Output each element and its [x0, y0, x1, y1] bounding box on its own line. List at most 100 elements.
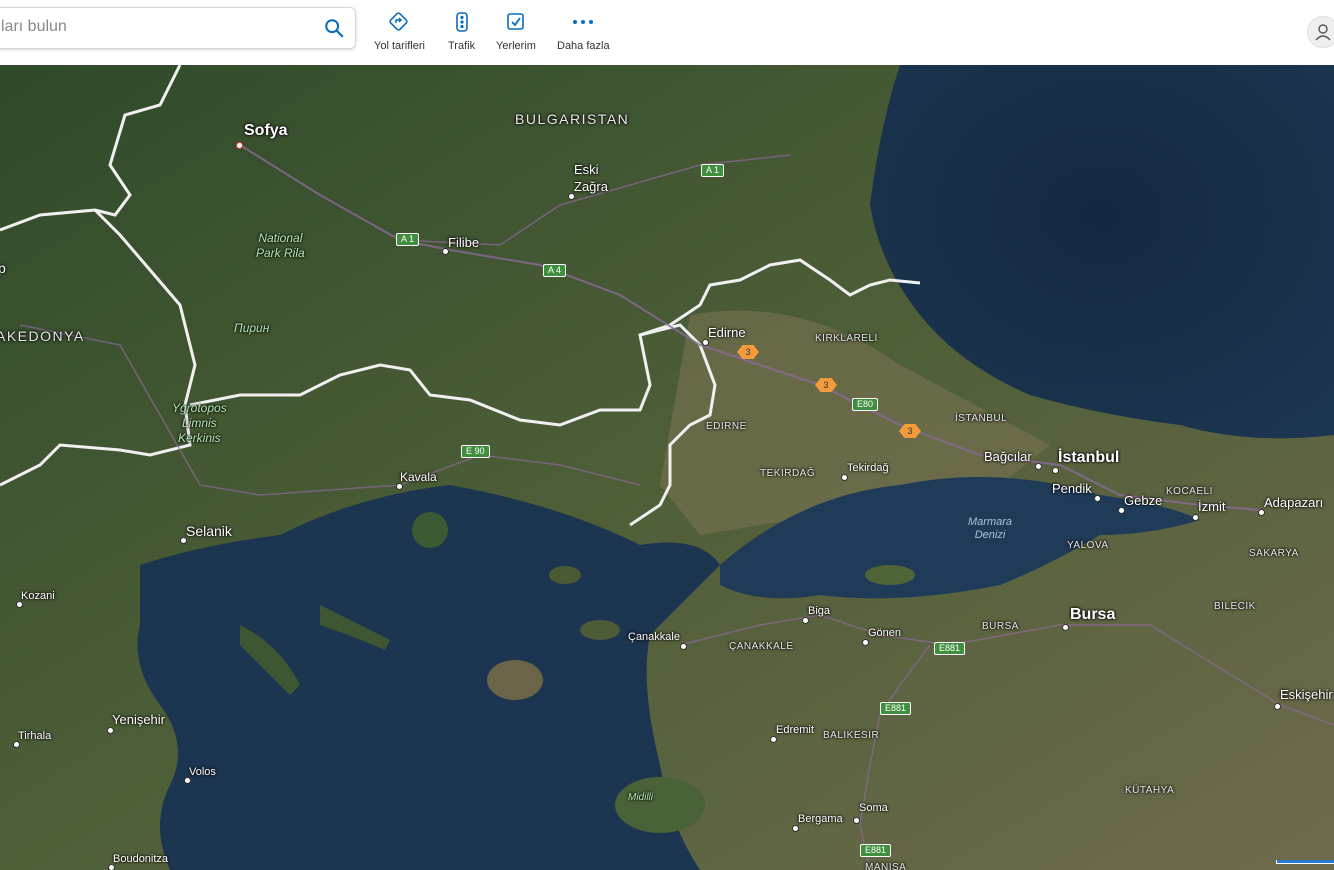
- traffic-light-icon: [455, 12, 468, 32]
- city-marker-pendik[interactable]: [1094, 495, 1101, 502]
- city-marker-istanbul[interactable]: [1052, 467, 1059, 474]
- city-label-selanik[interactable]: Selanik: [186, 523, 232, 539]
- city-label-bursa[interactable]: Bursa: [1070, 606, 1115, 624]
- my-places-button[interactable]: Yerlerim: [496, 12, 536, 54]
- city-label-bagcilar[interactable]: Bağcılar: [984, 449, 1032, 464]
- park-label-rila: National Park Rila: [256, 231, 305, 260]
- city-label-edremit[interactable]: Edremit: [776, 724, 814, 736]
- city-label-filibe[interactable]: Filibe: [448, 235, 479, 250]
- traffic-button[interactable]: Trafik: [448, 12, 475, 54]
- city-marker-eskisehir[interactable]: [1274, 703, 1281, 710]
- island-thasos: [412, 512, 448, 548]
- city-marker-volos[interactable]: [184, 777, 191, 784]
- park-label-pirin: Пирин: [234, 321, 270, 335]
- region-label-manisa: MANISA: [865, 862, 907, 870]
- city-marker-izmit[interactable]: [1192, 514, 1199, 521]
- city-label-edirne[interactable]: Edirne: [708, 325, 746, 340]
- city-label-tekirdag[interactable]: Tekirdağ: [847, 462, 889, 474]
- city-label-boudonitza[interactable]: Boudonitza: [113, 853, 168, 865]
- city-marker-tirhala[interactable]: [13, 741, 20, 748]
- road-shield-e881-a: E881: [934, 642, 966, 655]
- city-marker-soma[interactable]: [853, 817, 860, 824]
- user-avatar[interactable]: [1307, 16, 1334, 48]
- road-shield-a4: A 4: [543, 264, 567, 277]
- city-label-eski-zagra[interactable]: Eski Zağra: [574, 161, 608, 195]
- city-label-istanbul[interactable]: İstanbul: [1058, 449, 1119, 467]
- city-label-biga[interactable]: Biga: [808, 605, 830, 617]
- city-label-sofya[interactable]: Sofya: [244, 122, 288, 140]
- road-shield-e881-b: E881: [880, 702, 912, 715]
- city-marker-kavala[interactable]: [396, 483, 403, 490]
- city-label-canakkale[interactable]: Çanakkale: [628, 631, 680, 643]
- city-label-volos[interactable]: Volos: [189, 766, 216, 778]
- directions-label: Yol tarifleri: [374, 40, 425, 52]
- city-marker-bergama[interactable]: [792, 825, 799, 832]
- city-marker-adapazari[interactable]: [1258, 509, 1265, 516]
- city-label-izmit[interactable]: İzmit: [1198, 499, 1225, 514]
- city-label-kavala[interactable]: Kavala: [400, 470, 437, 484]
- directions-icon: [389, 12, 409, 31]
- island-lesbos: [615, 777, 705, 833]
- map-scale-bar: [1276, 860, 1334, 864]
- more-label: Daha fazla: [557, 40, 610, 52]
- region-label-bilecik: BILECIK: [1214, 601, 1256, 612]
- region-label-kutahya: KÜTAHYA: [1125, 785, 1175, 796]
- city-marker-gonen[interactable]: [862, 639, 869, 646]
- city-label-partial[interactable]: p: [0, 260, 6, 276]
- city-marker-yenisehir[interactable]: [107, 727, 114, 734]
- checkbox-icon: [507, 13, 524, 30]
- region-label-kirklareli: KIRKLARELI: [815, 333, 878, 344]
- city-label-gonen[interactable]: Gönen: [868, 627, 901, 639]
- city-label-tirhala[interactable]: Tirhala: [18, 730, 51, 742]
- city-label-kozani[interactable]: Kozani: [21, 590, 55, 602]
- city-label-eskisehir[interactable]: Eskişehir: [1280, 687, 1333, 702]
- map-terrain: [0, 65, 1334, 870]
- island-marmara: [865, 565, 915, 585]
- city-label-soma[interactable]: Soma: [859, 802, 888, 814]
- region-label-yalova: YALOVA: [1067, 540, 1109, 551]
- more-button[interactable]: Daha fazla: [557, 12, 610, 54]
- country-label-macedonia: AKEDONYA: [0, 328, 85, 344]
- road-shield-e80: E80: [852, 398, 879, 411]
- sea-label-marmara: Marmara Denizi: [968, 516, 1013, 541]
- city-marker-bagcilar[interactable]: [1035, 463, 1042, 470]
- city-marker-tekirdag[interactable]: [841, 474, 848, 481]
- city-label-adapazari[interactable]: Adapazarı: [1264, 495, 1323, 510]
- city-label-bergama[interactable]: Bergama: [798, 813, 843, 825]
- city-marker-biga[interactable]: [802, 617, 809, 624]
- my-places-label: Yerlerim: [496, 40, 536, 52]
- city-label-gebze[interactable]: Gebze: [1124, 493, 1162, 508]
- city-marker-bursa[interactable]: [1062, 624, 1069, 631]
- top-toolbar: ları bulun Yol tarifleri Trafik Yerlerim: [0, 0, 1334, 64]
- region-label-tekirdag: TEKIRDAĞ: [760, 468, 816, 479]
- region-label-istanbul: İSTANBUL: [955, 413, 1008, 424]
- region-label-bursa: BURSA: [982, 621, 1019, 632]
- region-label-canakkale: ÇANAKKALE: [729, 641, 794, 652]
- city-marker-kozani[interactable]: [16, 601, 23, 608]
- island-lemnos: [487, 660, 543, 700]
- city-marker-canakkale[interactable]: [680, 643, 687, 650]
- city-marker-edremit[interactable]: [770, 736, 777, 743]
- user-icon: [1315, 24, 1331, 41]
- island-label-midilli: Midilli: [628, 792, 653, 803]
- city-marker-edirne[interactable]: [702, 339, 709, 346]
- search-icon[interactable]: [323, 17, 345, 39]
- directions-button[interactable]: Yol tarifleri: [374, 12, 425, 54]
- search-input[interactable]: ları bulun: [1, 18, 67, 36]
- road-shield-e90: E 90: [461, 445, 490, 458]
- island-samothrace: [549, 566, 581, 584]
- search-box[interactable]: ları bulun: [0, 7, 356, 49]
- region-label-sakarya: SAKARYA: [1249, 548, 1299, 559]
- island-imbros: [580, 620, 620, 640]
- park-label-ygrotopos: Ygrotopos Limnis Kerkinis: [172, 401, 227, 445]
- more-dots-icon: [573, 20, 594, 24]
- city-label-yenisehir[interactable]: Yenişehir: [112, 712, 165, 727]
- region-label-balikesir: BALIKESIR: [823, 730, 880, 741]
- region-label-kocaeli: KOCAELI: [1166, 486, 1213, 497]
- region-label-edirne: EDIRNE: [706, 421, 747, 432]
- satellite-map[interactable]: BULGARISTAN AKEDONYA Sofya Eski Zağra Fi…: [0, 65, 1334, 870]
- capital-marker-sofya[interactable]: [236, 142, 243, 149]
- city-marker-gebze[interactable]: [1118, 507, 1125, 514]
- country-label-bulgaria: BULGARISTAN: [515, 111, 630, 127]
- city-label-pendik[interactable]: Pendik: [1052, 481, 1092, 496]
